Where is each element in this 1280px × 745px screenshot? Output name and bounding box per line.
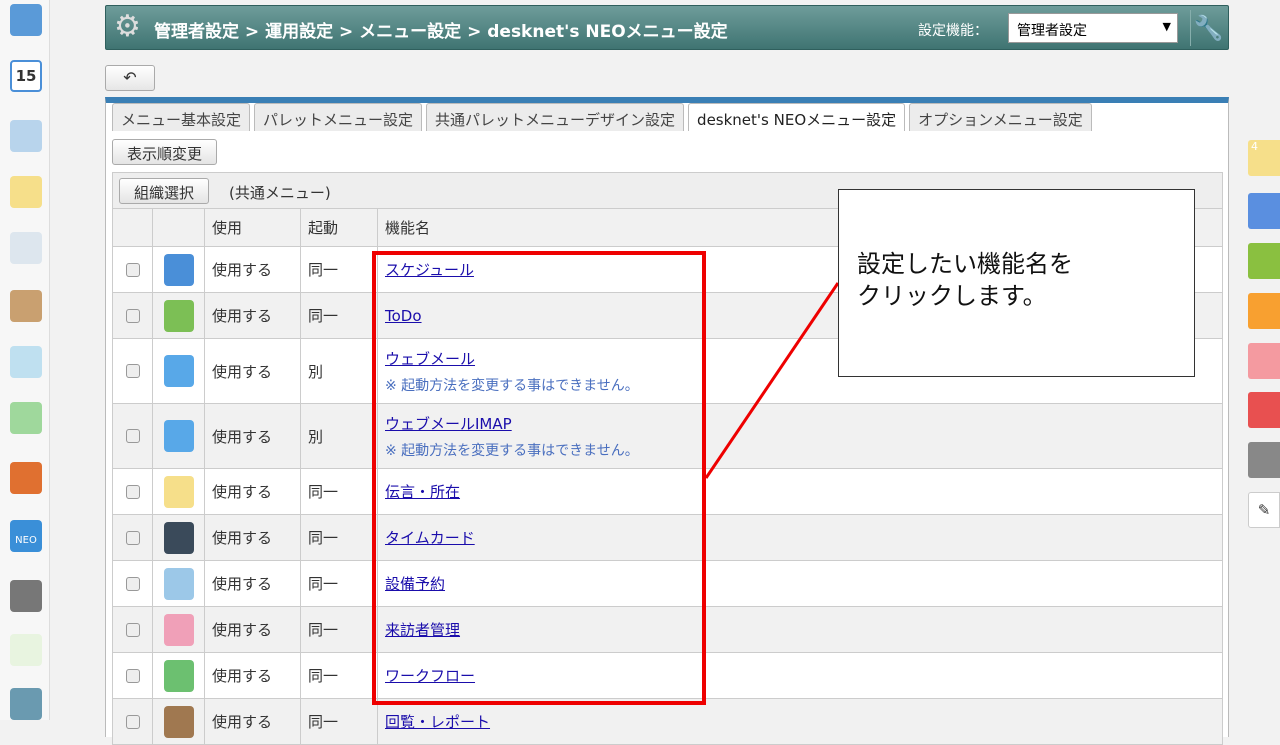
callout-line-1: 設定したい機能名を (857, 248, 1176, 280)
palette-orange[interactable] (1248, 293, 1280, 329)
palette-blue[interactable] (1248, 193, 1280, 229)
pencil-icon[interactable]: ✎ (1248, 492, 1280, 528)
palette-pink[interactable] (1248, 343, 1280, 379)
callout-box: 設定したい機能名を クリックします。 (838, 189, 1195, 377)
callout-line-2: クリックします。 (857, 280, 1176, 312)
palette-red[interactable] (1248, 392, 1280, 428)
palette-green[interactable] (1248, 243, 1280, 279)
palette-gray[interactable] (1248, 442, 1280, 478)
notification-badge-icon[interactable]: 4 (1248, 140, 1280, 176)
